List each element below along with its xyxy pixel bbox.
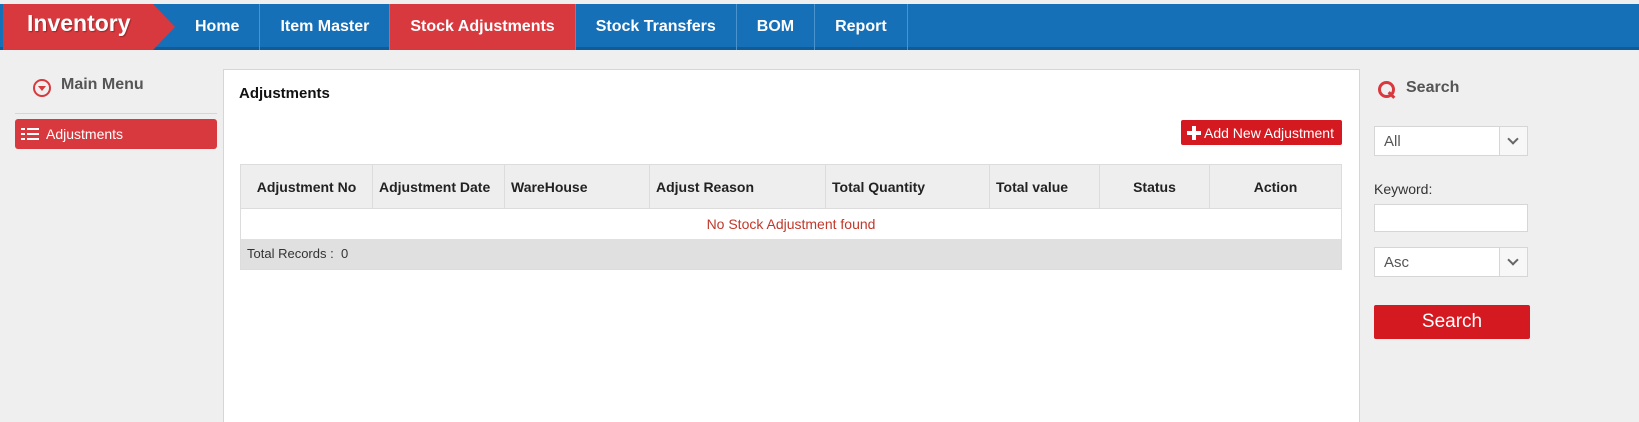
filter-select-toggle[interactable] (1499, 127, 1527, 155)
top-navbar: Inventory Home Item Master Stock Adjustm… (0, 4, 1639, 50)
column-header-warehouse[interactable]: WareHouse (505, 165, 650, 208)
main-menu-header[interactable]: Main Menu (15, 70, 217, 114)
column-header-status[interactable]: Status (1100, 165, 1210, 208)
filter-select-value: All (1384, 133, 1401, 150)
chevron-down-icon (1507, 254, 1519, 266)
nav-home[interactable]: Home (175, 4, 261, 50)
add-new-adjustment-button[interactable]: Add New Adjustment (1181, 120, 1342, 145)
chevron-down-icon (1507, 133, 1519, 145)
nav-stock-adjustments[interactable]: Stock Adjustments (390, 4, 576, 50)
sidebar-item-adjustments[interactable]: Adjustments (15, 119, 217, 149)
column-header-total-quantity[interactable]: Total Quantity (826, 165, 990, 208)
brand-arrow (153, 4, 175, 50)
sort-order-select[interactable]: Asc (1374, 247, 1528, 277)
column-header-action: Action (1253, 178, 1298, 195)
table-footer: Total Records : 0 (241, 239, 1341, 269)
search-title: Search (1406, 79, 1460, 96)
app-brand[interactable]: Inventory (3, 4, 153, 50)
adjustments-table: Adjustment No Adjustment Date WareHouse … (240, 164, 1342, 270)
total-records-label: Total Records : (247, 246, 334, 261)
search-button[interactable]: Search (1374, 305, 1530, 339)
plus-icon (1187, 125, 1201, 140)
column-header-total-value[interactable]: Total value (990, 165, 1100, 208)
empty-message: No Stock Adjustment found (241, 209, 1341, 239)
keyword-input[interactable] (1374, 204, 1528, 232)
sort-order-value: Asc (1384, 254, 1410, 271)
sidebar-item-label: Adjustments (46, 126, 124, 142)
keyword-label: Keyword: (1374, 181, 1433, 197)
nav-report[interactable]: Report (815, 4, 908, 50)
column-header-adjustment-date[interactable]: Adjustment Date (373, 165, 505, 208)
main-nav: Home Item Master Stock Adjustments Stock… (175, 4, 908, 50)
column-header-adjust-reason[interactable]: Adjust Reason (650, 165, 826, 208)
filter-select[interactable]: All (1374, 126, 1528, 156)
main-panel: Adjustments Add New Adjustment Adjustmen… (223, 69, 1360, 422)
add-button-label: Add New Adjustment (1204, 124, 1334, 141)
chevron-down-circle-icon (33, 79, 51, 97)
page-title: Adjustments (239, 85, 330, 102)
list-icon (21, 127, 39, 141)
column-header-adjustment-no[interactable]: Adjustment No (241, 165, 373, 208)
search-header: Search (1374, 70, 1530, 106)
nav-stock-transfers[interactable]: Stock Transfers (576, 4, 737, 50)
sort-order-toggle[interactable] (1499, 248, 1527, 276)
total-records-count: 0 (340, 246, 349, 261)
main-menu-title: Main Menu (61, 76, 144, 93)
sidebar: Main Menu Adjustments (15, 70, 217, 149)
search-panel: Search All Keyword: Asc Search (1374, 70, 1530, 339)
nav-bom[interactable]: BOM (737, 4, 816, 50)
search-icon (1378, 81, 1396, 99)
table-header: Adjustment No Adjustment Date WareHouse … (241, 165, 1341, 209)
nav-item-master[interactable]: Item Master (260, 4, 391, 50)
